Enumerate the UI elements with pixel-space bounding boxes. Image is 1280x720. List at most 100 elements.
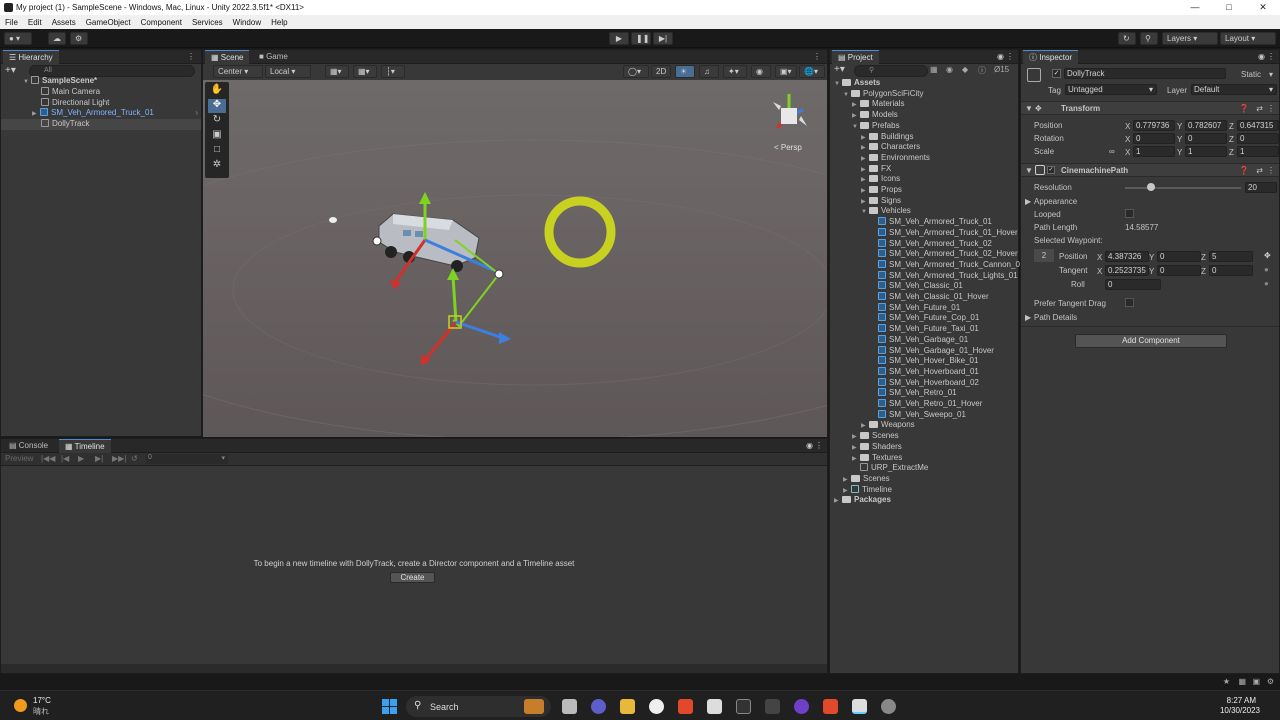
label-filter-icon[interactable]: ◆ bbox=[962, 65, 968, 74]
project-prefab-item[interactable]: SM_Veh_Garbage_01 bbox=[870, 334, 968, 346]
project-folder[interactable]: ▶ Timeline bbox=[843, 484, 892, 496]
weather-sun-icon[interactable] bbox=[14, 699, 27, 712]
remove-waypoint-icon[interactable]: ● bbox=[1264, 265, 1269, 274]
resolution-slider-track[interactable] bbox=[1125, 187, 1241, 189]
project-folder[interactable]: ▶ Buildings bbox=[861, 132, 913, 143]
unity-hub-icon[interactable] bbox=[707, 699, 722, 714]
filter-icon[interactable]: ▦ bbox=[930, 65, 938, 74]
appearance-foldout[interactable]: Appearance bbox=[1034, 197, 1077, 206]
frame-field[interactable]: 0 ▾ bbox=[146, 454, 228, 464]
add-icon[interactable]: +▾ bbox=[834, 64, 845, 75]
chevron-down-icon[interactable]: ▼ bbox=[843, 90, 851, 101]
project-folder[interactable]: ▼ Prefabs bbox=[852, 121, 900, 132]
prefer-tangent-checkbox[interactable] bbox=[1125, 298, 1134, 307]
search-icon[interactable]: ⚲ bbox=[1140, 32, 1158, 45]
project-folder[interactable]: ▶ Environments bbox=[861, 153, 930, 164]
scene-row[interactable]: ▼ SampleScene* bbox=[23, 76, 201, 87]
project-prefab-item[interactable]: SM_Veh_Classic_01_Hover bbox=[870, 292, 989, 303]
vector-y-field[interactable]: 1 bbox=[1185, 146, 1227, 157]
preview-button[interactable]: Preview bbox=[5, 454, 33, 463]
menu-help[interactable]: Help bbox=[266, 18, 292, 27]
progress-icon[interactable]: ▣ bbox=[1252, 677, 1260, 686]
play-icon[interactable]: ▶ bbox=[78, 454, 84, 463]
brave-browser-icon[interactable] bbox=[823, 699, 838, 714]
vector-x-field[interactable]: 0 bbox=[1133, 133, 1175, 144]
component-menu-icon[interactable]: ⋮ bbox=[1267, 166, 1275, 175]
vector-y-field[interactable]: 0 bbox=[1185, 133, 1227, 144]
snap-increment-icon[interactable]: ▦▾ bbox=[353, 65, 377, 78]
vector-x-field[interactable]: 0.779736 bbox=[1133, 120, 1175, 131]
chevron-down-icon[interactable]: ▼ bbox=[861, 207, 869, 218]
chevron-down-icon[interactable]: ▼ bbox=[834, 79, 842, 90]
account-button[interactable]: ● ▾ bbox=[4, 32, 32, 45]
panel-menu-icon[interactable]: ⋮ bbox=[1006, 52, 1014, 61]
create-button[interactable]: Create bbox=[390, 572, 435, 583]
hand-tool-icon[interactable]: ✋ bbox=[208, 84, 226, 98]
collab-icon[interactable]: ⚙ bbox=[70, 32, 88, 45]
rect-tool-icon[interactable]: □ bbox=[208, 144, 226, 158]
unity-editor-icon[interactable] bbox=[852, 699, 867, 714]
project-prefab-item[interactable]: SM_Veh_Hoverboard_01 bbox=[870, 366, 979, 378]
vector-x-field[interactable]: 1 bbox=[1133, 146, 1175, 157]
panel-menu-icon[interactable]: ⋮ bbox=[1267, 52, 1275, 61]
chevron-down-icon[interactable]: ▼ bbox=[23, 77, 31, 88]
github-icon[interactable] bbox=[794, 699, 809, 714]
grid-snap-icon[interactable]: ▦▾ bbox=[325, 65, 349, 78]
space-dropdown[interactable]: Local ▾ bbox=[265, 65, 311, 78]
close-button[interactable]: ✕ bbox=[1246, 0, 1280, 15]
tab-game[interactable]: ■ Game bbox=[253, 50, 294, 64]
vector-y-field[interactable]: 0 bbox=[1157, 265, 1201, 276]
project-prefab-item[interactable]: SM_Veh_Armored_Truck_Cannon_0 bbox=[870, 259, 1020, 271]
prev-frame-icon[interactable]: |◀ bbox=[61, 454, 69, 463]
project-prefab-item[interactable]: SM_Veh_Armored_Truck_Lights_01 bbox=[870, 270, 1018, 282]
project-folder-root[interactable]: ▼ PolygonSciFiCity bbox=[843, 89, 923, 100]
resolution-field[interactable]: 20 bbox=[1245, 182, 1277, 193]
project-prefab-item[interactable]: SM_Veh_Sweepo_01 bbox=[870, 409, 966, 421]
vector-x-field[interactable]: 4.387326 bbox=[1105, 251, 1149, 262]
minimize-button[interactable]: — bbox=[1178, 0, 1212, 15]
rotate-tool-icon[interactable]: ↻ bbox=[208, 114, 226, 128]
audio-icon[interactable]: ♫ bbox=[699, 65, 719, 78]
layer-dropdown[interactable]: Default ▾ bbox=[1191, 84, 1277, 95]
hierarchy-item-main-camera[interactable]: Main Camera bbox=[41, 87, 100, 98]
vector-z-field[interactable]: 0.647315 bbox=[1237, 120, 1279, 131]
tag-dropdown[interactable]: Untagged ▾ bbox=[1065, 84, 1157, 95]
chevron-right-icon[interactable]: ▶ bbox=[834, 496, 842, 507]
gizmos-icon[interactable]: 🌐▾ bbox=[799, 65, 825, 78]
menu-window[interactable]: Window bbox=[228, 18, 266, 27]
vector-z-field[interactable]: 0 bbox=[1237, 133, 1279, 144]
transform-header[interactable]: ▼ ✥ Transform ❓ ⇄ ⋮ bbox=[1021, 101, 1279, 115]
loop-icon[interactable]: ↺ bbox=[131, 454, 138, 463]
settings-icon[interactable]: ⚙ bbox=[1267, 677, 1274, 686]
component-menu-icon[interactable]: ⋮ bbox=[1267, 104, 1275, 113]
info-icon[interactable]: ⓘ bbox=[978, 65, 986, 76]
chevron-right-icon[interactable]: › bbox=[195, 108, 198, 119]
menu-edit[interactable]: Edit bbox=[23, 18, 47, 27]
clock-time[interactable]: 8:27 AM bbox=[1227, 696, 1256, 705]
transform-tool-icon[interactable]: ✲ bbox=[208, 159, 226, 173]
chevron-down-icon[interactable]: ▼ bbox=[1025, 104, 1033, 113]
tab-scene[interactable]: ▦ Scene bbox=[205, 50, 250, 64]
type-filter-icon[interactable]: ◉ bbox=[946, 65, 953, 74]
pivot-dropdown[interactable]: Center ▾ bbox=[213, 65, 263, 78]
vector-z-field[interactable]: 0 bbox=[1209, 265, 1253, 276]
effects-icon[interactable]: ✦▾ bbox=[723, 65, 747, 78]
project-prefab-item[interactable]: SM_Veh_Armored_Truck_02 bbox=[870, 238, 992, 250]
chevron-down-icon[interactable]: ▼ bbox=[1025, 166, 1033, 175]
project-folder[interactable]: ▶ Shaders bbox=[852, 442, 902, 453]
project-prefab-item[interactable]: SM_Veh_Future_Taxi_01 bbox=[870, 324, 979, 335]
move-tool-icon[interactable]: ✥ bbox=[208, 99, 226, 113]
vector-x-field[interactable]: 0.2523735 bbox=[1105, 265, 1149, 276]
path-details-foldout[interactable]: Path Details bbox=[1034, 313, 1077, 322]
project-folder[interactable]: ▶ Materials bbox=[852, 99, 904, 110]
layers-dropdown[interactable]: Layers ▾ bbox=[1162, 32, 1218, 45]
hidden-count-badge[interactable]: Ø15 bbox=[994, 65, 1009, 74]
chevron-right-icon[interactable]: ▶ bbox=[1025, 197, 1031, 206]
project-folder[interactable]: ▶ Scenes bbox=[843, 474, 890, 485]
pause-button[interactable]: ❚❚ bbox=[631, 32, 651, 45]
weather-temp[interactable]: 17°C bbox=[33, 696, 51, 705]
play-button[interactable]: ▶ bbox=[609, 32, 629, 45]
chevron-right-icon[interactable]: ▶ bbox=[1025, 313, 1031, 322]
preset-icon[interactable]: ⇄ bbox=[1256, 166, 1263, 175]
tab-timeline[interactable]: ▦ Timeline bbox=[59, 439, 111, 453]
